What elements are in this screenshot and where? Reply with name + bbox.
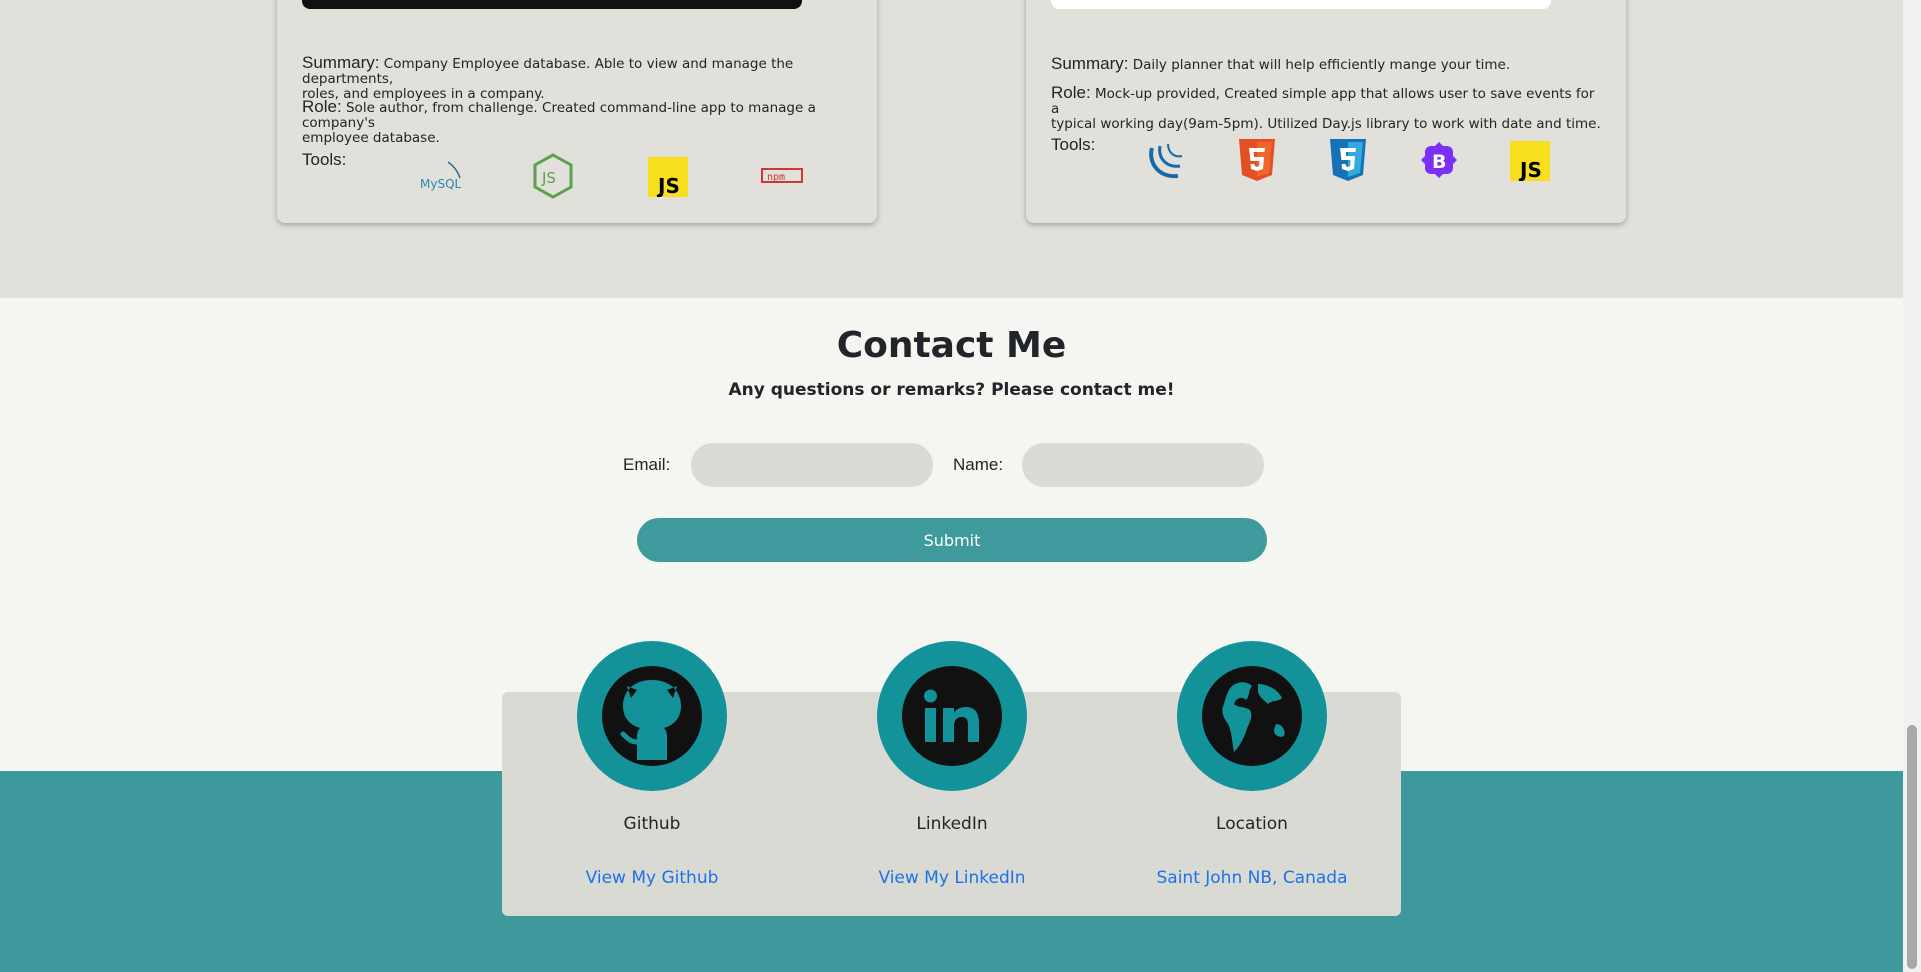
projects-section: Summary: Company Employee database. Able… [0,0,1903,298]
svg-text:B: B [1432,151,1446,173]
javascript-icon: JS [647,156,689,198]
linkedin-icon[interactable] [877,641,1027,791]
project-role: Role: Sole author, from challenge. Creat… [302,97,816,146]
svg-text:npm: npm [767,172,785,183]
bootstrap-icon: B [1418,139,1460,181]
npm-icon: npm [761,155,803,197]
project-role: Role: Mock-up provided, Created simple a… [1051,83,1601,132]
mysql-icon: MySQL [417,155,467,197]
github-link[interactable]: View My Github [502,868,802,888]
location-title: Location [1216,814,1288,834]
svg-text:MySQL: MySQL [420,177,462,191]
github-title: Github [623,814,681,834]
project-summary: Summary: Company Employee database. Able… [302,53,794,102]
svg-text:JS: JS [1518,158,1542,181]
contact-title: Contact Me [836,325,1067,366]
nodejs-icon: JS [532,153,574,199]
email-label: Email: [623,455,671,474]
html5-icon [1236,139,1278,181]
javascript-icon: JS [1509,140,1551,182]
github-icon[interactable] [577,641,727,791]
page-scrollbar[interactable] [1903,0,1921,972]
scrollbar-thumb[interactable] [1907,725,1917,969]
name-field[interactable] [1022,443,1264,487]
contact-subtitle: Any questions or remarks? Please contact… [728,380,1175,400]
project-screenshot [302,0,802,9]
project-card-daily-planner: Summary: Daily planner that will help ef… [1026,0,1626,223]
submit-button[interactable]: Submit [637,518,1267,562]
project-card-employee-db: Summary: Company Employee database. Able… [277,0,877,223]
tools-label: Tools: [302,150,347,169]
email-field[interactable] [691,443,933,487]
linkedin-title: LinkedIn [916,814,988,834]
svg-text:JS: JS [541,169,556,187]
globe-icon[interactable] [1177,641,1327,791]
tools-label: Tools: [1051,135,1096,154]
name-label: Name: [953,455,1004,474]
location-link[interactable]: Saint John NB, Canada [1102,868,1402,888]
svg-text:JS: JS [656,174,680,197]
project-summary: Summary: Daily planner that will help ef… [1051,54,1511,73]
css3-icon [1327,139,1369,181]
project-screenshot [1051,0,1551,9]
linkedin-link[interactable]: View My LinkedIn [802,868,1102,888]
jquery-icon [1146,139,1188,181]
